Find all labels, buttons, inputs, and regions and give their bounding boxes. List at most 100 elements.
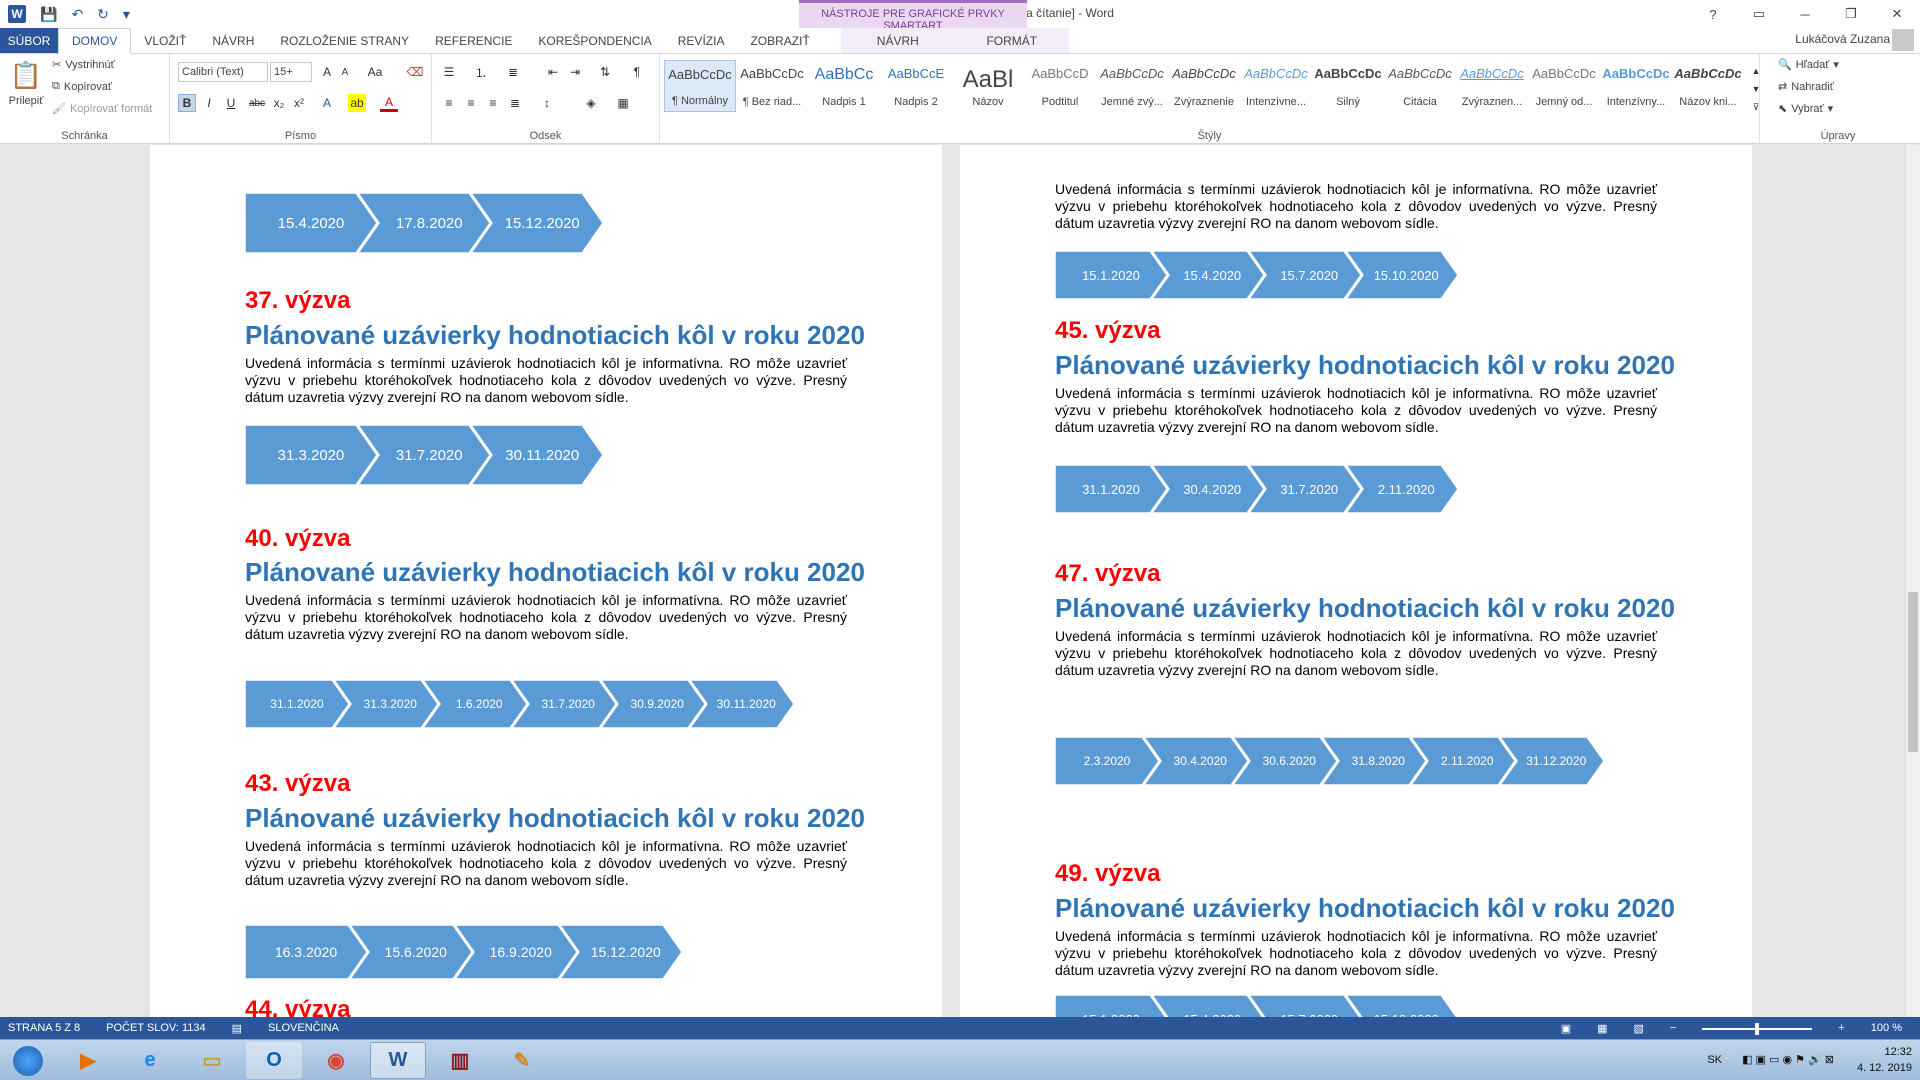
timeline-step[interactable]: 15.12.2020 — [560, 925, 682, 979]
clear-format-icon[interactable]: ⌫ — [406, 63, 424, 81]
timeline-step[interactable]: 30.11.2020 — [471, 425, 603, 485]
ribbon-display-icon[interactable]: ▭ — [1736, 0, 1782, 28]
replace-button[interactable]: ⇄ Nahradiť — [1778, 80, 1834, 94]
help-icon[interactable]: ? — [1690, 0, 1736, 28]
timeline-step[interactable]: 2.11.2020 — [1346, 465, 1458, 513]
timeline-step[interactable]: 15.7.2020 — [1249, 995, 1361, 1017]
vertical-scrollbar[interactable] — [1905, 145, 1920, 1017]
timeline-step[interactable]: 15.10.2020 — [1346, 251, 1458, 299]
styles-scroll-up-icon[interactable]: ▲ — [1747, 62, 1765, 80]
italic-button[interactable]: I — [200, 94, 218, 112]
timeline-step[interactable]: 30.4.2020 — [1152, 465, 1264, 513]
timeline-step[interactable]: 31.7.2020 — [1249, 465, 1361, 513]
cut-button[interactable]: ✂ Vystrihnúť — [52, 58, 115, 72]
language-indicator[interactable]: SLOVENČINA — [268, 1022, 339, 1034]
style-title[interactable]: AaBl Názov — [952, 60, 1024, 112]
chrome-icon[interactable]: ◉ — [308, 1042, 364, 1079]
clock-date[interactable]: 4. 12. 2019 — [1857, 1060, 1912, 1076]
style-subtitle[interactable]: AaBbCcD Podtitul — [1024, 60, 1096, 112]
timeline-step[interactable]: 15.1.2020 — [1055, 995, 1167, 1017]
file-explorer-icon[interactable]: ▭ — [184, 1042, 240, 1079]
timeline-step[interactable]: 15.4.2020 — [1152, 251, 1264, 299]
web-layout-icon[interactable]: ▧ — [1634, 1022, 1644, 1035]
tab-review[interactable]: REVÍZIA — [665, 28, 738, 53]
print-layout-icon[interactable]: ▦ — [1597, 1022, 1607, 1035]
minimize-icon[interactable]: ─ — [1782, 0, 1828, 28]
smartart-timeline[interactable]: 15.4.2020 17.8.2020 15.12.2020 — [245, 193, 603, 253]
style-heading-1[interactable]: AaBbCc Nadpis 1 — [808, 60, 880, 112]
clock-time[interactable]: 12:32 — [1857, 1044, 1912, 1060]
font-name-combo[interactable]: Calibri (Text) — [178, 62, 268, 82]
multilevel-list-icon[interactable]: ≣ — [504, 63, 522, 81]
increase-indent-icon[interactable]: ⇥ — [566, 63, 584, 81]
shrink-font-icon[interactable]: A — [336, 63, 354, 81]
style-normal[interactable]: AaBbCcDc ¶ Normálny — [664, 60, 736, 112]
underline-button[interactable]: U — [222, 94, 240, 112]
paint-icon[interactable]: ✎ — [494, 1042, 550, 1079]
paste-button[interactable]: 📋 Prilepiť — [8, 60, 44, 107]
document-area[interactable]: 15.4.2020 17.8.2020 15.12.2020 37. výzva P… — [0, 145, 1905, 1017]
align-center-icon[interactable]: ≡ — [462, 94, 480, 112]
zoom-out-icon[interactable]: − — [1670, 1022, 1676, 1034]
internet-explorer-icon[interactable]: e — [122, 1042, 178, 1079]
find-button[interactable]: 🔍 Hľadať ▾ — [1778, 58, 1839, 72]
zoom-slider-thumb[interactable] — [1755, 1023, 1760, 1035]
timeline-step[interactable]: 30.11.2020 — [690, 680, 794, 728]
tray-icons[interactable]: ◧ ▣ ▭ ◉ ⚑ 🔊 ⊠ — [1742, 1052, 1834, 1068]
customize-qat-icon[interactable]: ▾ — [123, 6, 130, 23]
shading-icon[interactable]: ◈ — [582, 94, 600, 112]
highlight-icon[interactable]: ab — [348, 94, 366, 112]
proofing-icon[interactable]: ▤ — [232, 1022, 242, 1035]
tab-page-layout[interactable]: ROZLOŽENIE STRANY — [267, 28, 422, 53]
timeline-step[interactable]: 16.9.2020 — [455, 925, 577, 979]
select-button[interactable]: ⬉ Vybrať ▾ — [1778, 102, 1833, 116]
decrease-indent-icon[interactable]: ⇤ — [544, 63, 562, 81]
line-spacing-icon[interactable]: ↕ — [538, 94, 556, 112]
bullets-icon[interactable]: ☰ — [440, 63, 458, 81]
tab-design[interactable]: NÁVRH — [199, 28, 267, 53]
style-quote[interactable]: AaBbCcDc Citácia — [1384, 60, 1456, 112]
show-marks-icon[interactable]: ¶ — [628, 63, 646, 81]
style-subtle-emphasis[interactable]: AaBbCcDc Jemné zvý... — [1096, 60, 1168, 112]
superscript-button[interactable]: x² — [290, 94, 308, 112]
align-right-icon[interactable]: ≡ — [484, 94, 502, 112]
style-intense-emphasis[interactable]: AaBbCcDc Intenzívne... — [1240, 60, 1312, 112]
timeline-step[interactable]: 15.10.2020 — [1346, 995, 1458, 1017]
page-left[interactable]: 15.4.2020 17.8.2020 15.12.2020 37. výzva P… — [150, 145, 942, 1017]
media-player-icon[interactable]: ▶ — [60, 1042, 116, 1079]
smartart-timeline[interactable]: 2.3.2020 30.4.2020 30.6.2020 31.8.2020 2.11.… — [1055, 737, 1604, 785]
tab-insert[interactable]: VLOŽIŤ — [131, 28, 199, 53]
smartart-timeline[interactable]: 31.3.2020 31.7.2020 30.11.2020 — [245, 425, 603, 485]
bold-button[interactable]: B — [178, 94, 196, 112]
tab-references[interactable]: REFERENCIE — [422, 28, 525, 53]
smartart-timeline[interactable]: 31.1.2020 31.3.2020 1.6.2020 31.7.2020 30.9.… — [245, 680, 794, 728]
timeline-step[interactable]: 31.1.2020 — [1055, 465, 1167, 513]
tab-view[interactable]: ZOBRAZIŤ — [737, 28, 822, 53]
numbering-icon[interactable]: ⒈ — [472, 63, 490, 81]
zoom-slider[interactable] — [1702, 1023, 1813, 1035]
timeline-step[interactable]: 15.7.2020 — [1249, 251, 1361, 299]
word-count[interactable]: POČET SLOV: 1134 — [106, 1022, 205, 1034]
borders-icon[interactable]: ▦ — [614, 94, 632, 112]
justify-icon[interactable]: ≣ — [506, 94, 524, 112]
tab-home[interactable]: DOMOV — [58, 28, 132, 54]
tab-mailings[interactable]: KOREŠPONDENCIA — [525, 28, 664, 53]
winrar-icon[interactable]: ▥ — [432, 1042, 488, 1079]
zoom-in-icon[interactable]: + — [1838, 1022, 1844, 1034]
timeline-step[interactable]: 16.3.2020 — [245, 925, 367, 979]
tab-smartart-design[interactable]: NÁVRH — [840, 28, 955, 53]
font-size-combo[interactable]: 15+ — [270, 62, 312, 82]
zoom-level[interactable]: 100 % — [1871, 1022, 1902, 1034]
scroll-thumb[interactable] — [1908, 592, 1918, 752]
text-effects-icon[interactable]: A — [318, 94, 336, 112]
user-name[interactable]: Lukáčová Zuzana — [1795, 32, 1890, 46]
smartart-timeline[interactable]: 31.1.2020 30.4.2020 31.7.2020 2.11.2020 — [1055, 465, 1458, 513]
read-mode-icon[interactable]: ▣ — [1561, 1022, 1571, 1035]
input-language[interactable]: SK — [1707, 1052, 1722, 1068]
page-indicator[interactable]: STRANA 5 Z 8 — [8, 1022, 80, 1034]
close-icon[interactable]: ✕ — [1874, 0, 1920, 28]
style-intense-quote[interactable]: AaBbCcDc Zvýraznen... — [1456, 60, 1528, 112]
page-right[interactable]: Uvedená informácia s termínmi uzávierok … — [960, 145, 1752, 1017]
style-subtle-reference[interactable]: AaBbCcDc Jemný od... — [1528, 60, 1600, 112]
timeline-step[interactable]: 15.6.2020 — [350, 925, 472, 979]
